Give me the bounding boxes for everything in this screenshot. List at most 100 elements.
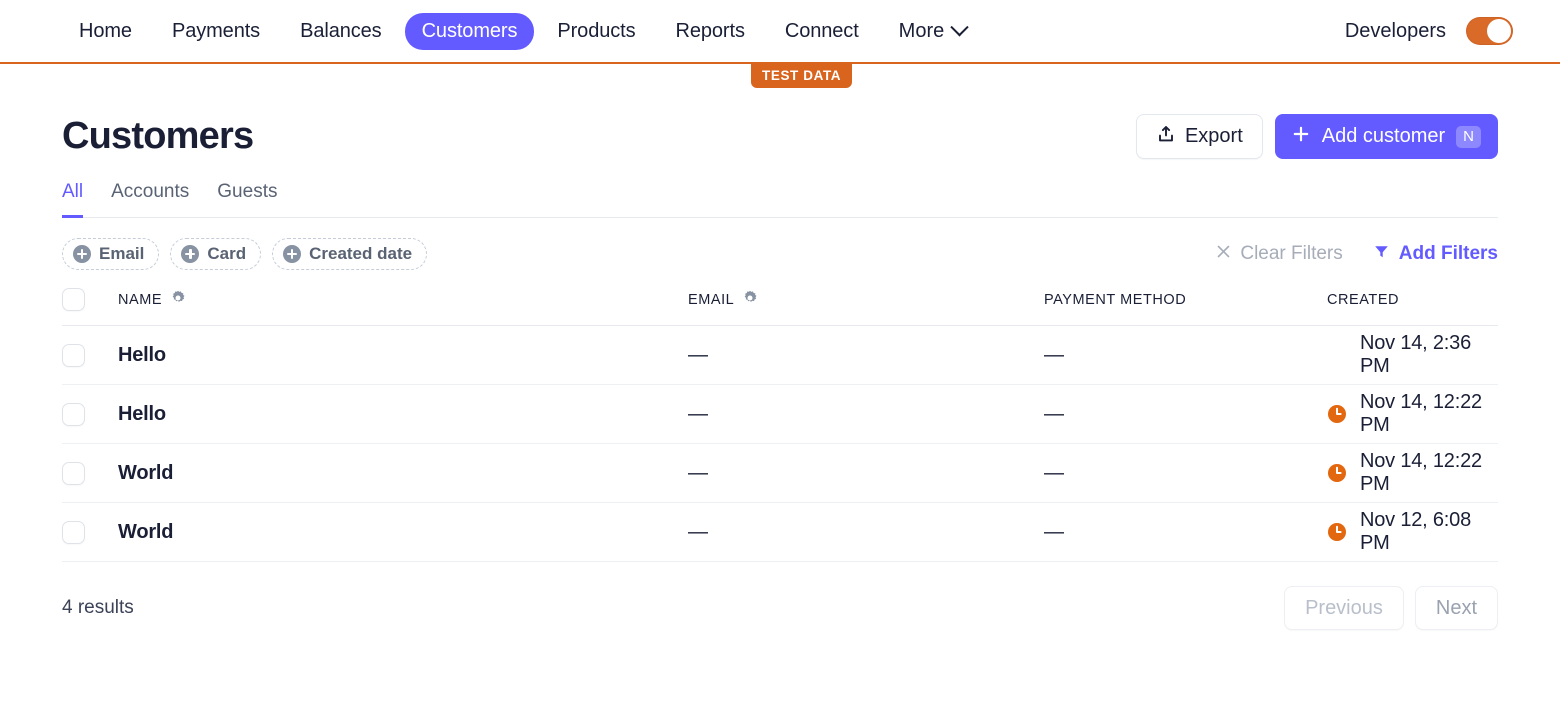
plus-circle-icon: [283, 245, 302, 263]
add-customer-button[interactable]: Add customer N: [1274, 114, 1498, 159]
nav-item-connect[interactable]: Connect: [768, 13, 876, 50]
table-row[interactable]: World — — Nov 14, 12:22 PM: [62, 443, 1498, 503]
funnel-icon: [1373, 243, 1390, 266]
filter-bar: Email Card Created date Clear Filters Add …: [62, 238, 1498, 270]
tab-guests[interactable]: Guests: [217, 181, 277, 218]
nav-right-group: Developers: [1345, 17, 1513, 45]
column-header-email-label: EMAIL: [688, 291, 735, 308]
row-select-cell: [62, 325, 118, 385]
top-navigation-bar: Home Payments Balances Customers Products Rep…: [0, 0, 1560, 62]
plus-circle-icon: [181, 245, 200, 263]
row-select-cell: [62, 384, 118, 444]
cell-payment-method: —: [1044, 502, 1327, 562]
column-header-created-label: CREATED: [1327, 291, 1400, 308]
select-all-checkbox[interactable]: [62, 288, 85, 311]
table-row[interactable]: Hello — — Nov 14, 12:22 PM: [62, 384, 1498, 444]
created-timestamp: Nov 12, 6:08 PM: [1360, 509, 1472, 554]
row-select-cell: [62, 502, 118, 562]
developers-link[interactable]: Developers: [1345, 20, 1446, 43]
clock-icon: [1327, 404, 1347, 424]
cell-created: Nov 14, 12:22 PM: [1327, 443, 1498, 503]
filter-chip-email[interactable]: Email: [62, 238, 160, 270]
column-header-payment-method: PAYMENT METHOD: [1044, 288, 1327, 326]
cell-name: World: [118, 502, 688, 562]
plus-icon: [1291, 124, 1311, 150]
filter-chip-created-date[interactable]: Created date: [272, 238, 428, 270]
cell-created: Nov 12, 6:08 PM: [1327, 502, 1498, 562]
filter-actions: Clear Filters Add Filters: [1215, 243, 1498, 266]
cell-email: —: [688, 443, 1044, 503]
nav-item-customers[interactable]: Customers: [404, 12, 535, 50]
nav-item-list: Home Payments Balances Customers Products Rep…: [62, 12, 981, 50]
filter-chip-label: Card: [207, 244, 247, 263]
page-header: Customers Export Add customer N: [62, 114, 1498, 159]
clock-icon: [1327, 522, 1347, 542]
test-mode-divider: TEST DATA: [0, 62, 1560, 88]
row-select-cell: [62, 443, 118, 503]
cell-name: World: [118, 443, 688, 503]
export-button[interactable]: Export: [1135, 114, 1263, 159]
page-content: Customers Export Add customer N All Acco…: [0, 114, 1560, 630]
customers-table: NAME EMAIL PAYMENT METHOD CREATED Hello …: [62, 288, 1498, 562]
nav-item-payments[interactable]: Payments: [155, 13, 277, 50]
plus-circle-icon: [73, 245, 91, 263]
header-actions: Export Add customer N: [1135, 114, 1498, 159]
gear-icon[interactable]: [742, 290, 758, 310]
cell-created: Nov 14, 2:36 PM: [1327, 325, 1498, 385]
add-customer-shortcut-badge: N: [1456, 125, 1481, 148]
nav-item-balances[interactable]: Balances: [283, 13, 398, 50]
add-filters-button[interactable]: Add Filters: [1373, 243, 1498, 266]
gear-icon[interactable]: [170, 290, 186, 310]
nav-item-more-label: More: [898, 19, 945, 42]
column-header-name-label: NAME: [118, 291, 163, 308]
filter-chip-label: Email: [99, 244, 145, 263]
cell-payment-method: —: [1044, 443, 1327, 503]
previous-page-button[interactable]: Previous: [1284, 586, 1404, 630]
pagination-controls: Previous Next: [1284, 586, 1498, 630]
nav-item-products[interactable]: Products: [540, 13, 652, 50]
table-row[interactable]: World — — Nov 12, 6:08 PM: [62, 502, 1498, 562]
add-customer-label: Add customer: [1321, 125, 1446, 147]
table-head: NAME EMAIL PAYMENT METHOD CREATED: [62, 288, 1498, 326]
tab-accounts[interactable]: Accounts: [111, 181, 189, 218]
clear-filters-label: Clear Filters: [1240, 243, 1343, 264]
clear-filters-button[interactable]: Clear Filters: [1215, 243, 1343, 266]
cell-email: —: [688, 325, 1044, 385]
table-body: Hello — — Nov 14, 2:36 PM Hello — — Nov 14, 12:…: [62, 325, 1498, 562]
filter-chip-card[interactable]: Card: [170, 238, 262, 270]
next-page-button[interactable]: Next: [1414, 586, 1498, 630]
test-data-badge[interactable]: TEST DATA: [751, 64, 853, 88]
toggle-knob: [1487, 19, 1511, 43]
chevron-down-icon: [950, 17, 969, 36]
tab-all[interactable]: All: [62, 181, 84, 218]
test-mode-toggle[interactable]: [1466, 17, 1513, 45]
cell-email: —: [688, 384, 1044, 444]
row-checkbox[interactable]: [62, 461, 85, 485]
row-checkbox[interactable]: [62, 402, 85, 426]
cell-payment-method: —: [1044, 325, 1327, 385]
results-count: 4 results: [62, 597, 134, 618]
row-checkbox[interactable]: [62, 520, 85, 544]
column-header-payment-method-label: PAYMENT METHOD: [1044, 291, 1187, 308]
cell-name: Hello: [118, 325, 688, 385]
filter-chip-list: Email Card Created date: [62, 238, 428, 270]
created-timestamp: Nov 14, 12:22 PM: [1360, 450, 1482, 495]
cell-email: —: [688, 502, 1044, 562]
row-checkbox[interactable]: [62, 343, 85, 367]
column-header-name: NAME: [118, 288, 688, 326]
table-header-row: NAME EMAIL PAYMENT METHOD CREATED: [62, 288, 1498, 326]
nav-item-more[interactable]: More: [882, 13, 981, 50]
customer-tabs: All Accounts Guests: [62, 181, 1498, 218]
created-timestamp: Nov 14, 2:36 PM: [1360, 332, 1472, 377]
export-icon: [1156, 124, 1176, 150]
select-all-header: [62, 288, 118, 326]
nav-item-home[interactable]: Home: [62, 13, 149, 50]
table-row[interactable]: Hello — — Nov 14, 2:36 PM: [62, 325, 1498, 385]
created-timestamp: Nov 14, 12:22 PM: [1360, 391, 1482, 436]
export-button-label: Export: [1184, 125, 1243, 147]
nav-item-reports[interactable]: Reports: [659, 13, 762, 50]
clock-icon: [1327, 463, 1347, 483]
table-footer: 4 results Previous Next: [62, 586, 1498, 630]
cell-payment-method: —: [1044, 384, 1327, 444]
column-header-email: EMAIL: [688, 288, 1044, 326]
